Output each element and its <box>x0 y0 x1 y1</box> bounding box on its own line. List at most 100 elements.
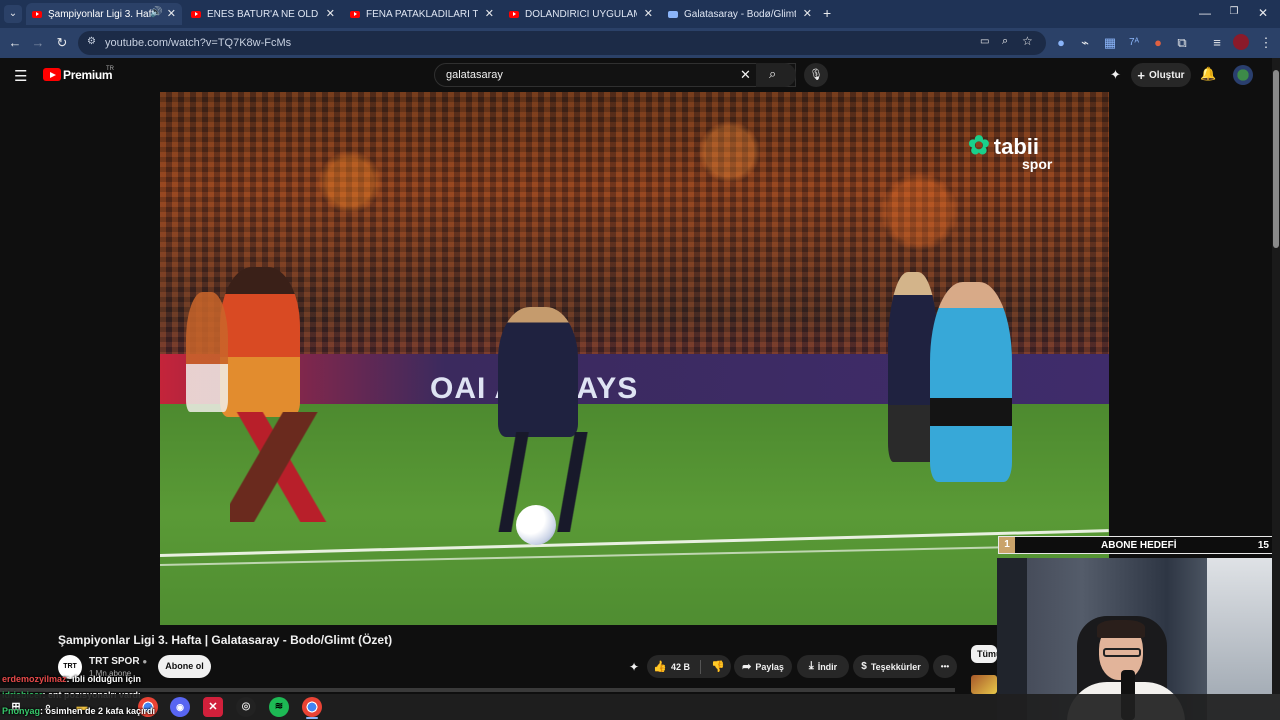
divider <box>700 659 701 674</box>
close-tab-icon[interactable]: ✕ <box>803 7 812 20</box>
discord-icon[interactable]: ◉ <box>170 697 190 717</box>
chat-username: erdemozyilmaz <box>2 674 67 684</box>
spotify-icon[interactable]: ≋ <box>269 697 289 717</box>
account-avatar[interactable] <box>1233 65 1253 85</box>
zoom-icon[interactable]: ⌕ <box>1002 35 1008 48</box>
player-galatasaray <box>220 267 300 417</box>
plus-icon: + <box>1137 67 1146 83</box>
tab-1[interactable]: ENES BATUR'A NE OLDUĞUNU ✕ <box>185 3 341 25</box>
browser-toolbar: ← → ↻ ⚙ youtube.com/watch?v=TQ7K8w-FcMs … <box>0 28 1280 58</box>
youtube-brand-text: Premium <box>63 68 113 82</box>
tab-title: Şampiyonlar Ligi 3. Hafta | G <box>48 8 154 20</box>
thanks-label: Teşekkürler <box>870 661 921 672</box>
more-icon: ••• <box>940 662 950 671</box>
address-bar[interactable]: ⚙ youtube.com/watch?v=TQ7K8w-FcMs ▭ ⌕ ☆ <box>78 31 1046 55</box>
thanks-icon: $ <box>861 661 867 672</box>
back-icon[interactable]: ← <box>6 34 24 52</box>
active-app-indicator <box>306 717 318 719</box>
verified-icon: ● <box>142 657 148 666</box>
tabii-logo-mark-icon: ✿ <box>968 130 990 160</box>
tab-search-icon[interactable]: ⌄ <box>4 5 22 23</box>
notifications-bell-icon[interactable]: 🔔 <box>1200 66 1216 82</box>
voice-search-icon[interactable]: 🎙 <box>804 63 828 87</box>
close-tab-icon[interactable]: ✕ <box>644 7 653 20</box>
doc-icon <box>668 10 678 18</box>
chrome-active-icon[interactable] <box>302 697 322 717</box>
obs-icon[interactable]: ◎ <box>236 697 256 717</box>
clear-search-icon[interactable]: ✕ <box>740 67 751 83</box>
close-tab-icon[interactable]: ✕ <box>326 7 335 20</box>
extension-icon[interactable]: ● <box>1149 34 1167 52</box>
like-button[interactable]: 👍 42 B <box>653 660 690 673</box>
extension-icon[interactable]: ▦ <box>1101 34 1119 52</box>
search-value: galatasaray <box>446 69 503 81</box>
tab-title: ENES BATUR'A NE OLDUĞUNU <box>207 8 319 20</box>
tab-3[interactable]: DOLANDIRICI UYGULAMALARI ✕ <box>503 3 659 25</box>
browser-menu-icon[interactable]: ⋮ <box>1257 34 1275 52</box>
tab-2[interactable]: FENA PATAKLADILARI Türkiye'd ✕ <box>344 3 500 25</box>
close-tab-icon[interactable]: ✕ <box>167 7 176 20</box>
profile-avatar[interactable] <box>1233 34 1249 50</box>
scrollbar-thumb[interactable] <box>1273 70 1279 248</box>
player-galatasaray-legs <box>230 412 340 522</box>
reading-list-icon[interactable]: ≡ <box>1208 34 1226 52</box>
youtube-icon <box>32 10 42 18</box>
extensions-puzzle-icon[interactable]: ⧉ <box>1173 34 1191 52</box>
football <box>516 505 556 545</box>
extension-icon[interactable]: ● <box>1052 34 1070 52</box>
tab-4[interactable]: Galatasaray - Bodø/Glimt canlı ✕ <box>662 3 818 25</box>
minimize-icon[interactable]: — <box>1195 6 1215 20</box>
thanks-button[interactable]: $ Teşekkürler <box>853 655 929 678</box>
translate-icon[interactable]: 7ᴬ <box>1125 34 1143 52</box>
cast-icon[interactable]: ▭ <box>980 36 989 47</box>
referee <box>930 282 1012 482</box>
recommended-thumbnail[interactable] <box>971 675 997 694</box>
close-window-icon[interactable]: ✕ <box>1253 6 1273 20</box>
youtube-icon <box>509 10 519 18</box>
url-text: youtube.com/watch?v=TQ7K8w-FcMs <box>105 37 292 49</box>
goal-current: 1 <box>999 537 1015 553</box>
video-title: Şampiyonlar Ligi 3. Hafta | Galatasaray … <box>58 633 393 647</box>
close-tab-icon[interactable]: ✕ <box>485 7 494 20</box>
share-button[interactable]: ➦ Paylaş <box>734 655 792 678</box>
download-button[interactable]: ⤓ İndir <box>797 655 849 678</box>
page-scrollbar[interactable] <box>1272 58 1280 694</box>
subscribe-button[interactable]: Abone ol <box>158 655 211 678</box>
reload-icon[interactable]: ↻ <box>53 34 71 52</box>
youtube-logo[interactable] <box>43 68 61 81</box>
filter-chip-all[interactable]: Tümü <box>971 645 997 663</box>
site-info-icon[interactable]: ⚙ <box>87 36 96 47</box>
description-divider <box>0 688 955 692</box>
ai-sparkle-icon[interactable]: ✦ <box>629 660 639 674</box>
more-actions-button[interactable]: ••• <box>933 655 957 678</box>
download-label: İndir <box>817 661 838 672</box>
new-tab-icon[interactable]: + <box>823 5 831 21</box>
goal-target: 15 <box>1257 540 1269 551</box>
windows-taskbar: ⊞ ⌕ ▬ ◉ ✕ ◎ ≋ <box>0 694 1280 720</box>
create-button[interactable]: + Oluştur <box>1131 63 1191 87</box>
extension-icon[interactable]: ⌁ <box>1076 34 1094 52</box>
xsplit-icon[interactable]: ✕ <box>203 697 223 717</box>
youtube-icon <box>350 10 360 18</box>
like-dislike-group: 👍 42 B 👎 <box>647 655 731 678</box>
channel-name[interactable]: TRT SPOR ● <box>89 656 147 667</box>
like-icon: 👍 <box>653 661 667 673</box>
search-input[interactable]: galatasaray ✕ <box>434 63 796 87</box>
dislike-icon[interactable]: 👎 <box>711 660 725 673</box>
restore-icon[interactable]: ❐ <box>1224 6 1244 17</box>
ai-sparkle-icon[interactable]: ✦ <box>1110 67 1121 83</box>
download-icon: ⤓ <box>808 660 814 672</box>
search-button[interactable]: ⌕ <box>756 63 796 87</box>
forward-icon[interactable]: → <box>29 34 47 52</box>
goal-label: ABONE HEDEFİ <box>1101 540 1177 551</box>
video-player[interactable]: OAI AIRWAYS ✿tabii spor <box>160 92 1109 625</box>
chat-text: : osimhen de 2 kafa kaçırdı <box>40 706 156 716</box>
tab-0[interactable]: Şampiyonlar Ligi 3. Hafta | G 🔊 ✕ <box>26 3 182 25</box>
streamer-glasses <box>1103 648 1141 657</box>
tab-title: Galatasaray - Bodø/Glimt canlı <box>684 8 796 20</box>
speaker-icon[interactable]: 🔊 <box>150 7 162 18</box>
hamburger-menu-icon[interactable]: ☰ <box>14 67 27 85</box>
search-icon: ⌕ <box>769 66 777 81</box>
bookmark-star-icon[interactable]: ☆ <box>1022 34 1033 48</box>
tab-title: DOLANDIRICI UYGULAMALARI <box>525 8 637 20</box>
